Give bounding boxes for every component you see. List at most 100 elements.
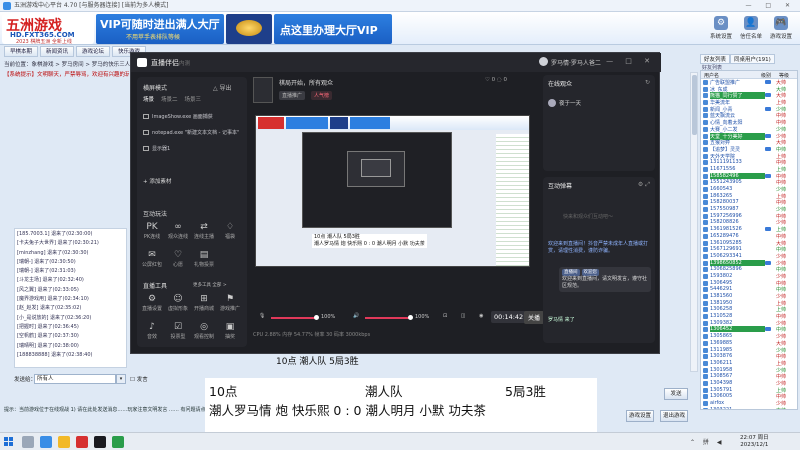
player-row[interactable]: 1303221 中帅 [701,407,797,409]
cover-thumbnail[interactable] [253,77,273,103]
player-row[interactable]: 1381560 少帅 [701,293,797,300]
tab-2[interactable]: 新闻资讯 [40,46,75,57]
mic-volume-slider[interactable] [271,315,319,320]
player-row[interactable]: 大赛_小二发 少帅 [701,126,797,133]
player-row[interactable]: 1381950 上帅 [701,300,797,307]
player-row[interactable]: 1306258 上帅 [701,306,797,313]
live-app-icon[interactable] [94,436,106,448]
speaker-icon[interactable]: 🔊 [353,313,359,319]
stream-title[interactable]: 棋局开始，所有观众 [279,78,333,87]
player-row[interactable]: 11671556 上帅 [701,166,797,173]
desktop-volume-slider[interactable] [365,315,413,320]
player-row[interactable]: 157550987 少帅 [701,206,797,213]
player-row[interactable]: 1361981526 上帅 [701,226,797,233]
browser-icon[interactable] [40,436,52,448]
avatar-tool[interactable]: ☺ 虚拟形象 [167,293,189,315]
player-row[interactable]: 广告联盟推广 大帅 [701,79,797,86]
player-row[interactable]: 1303876 中帅 [701,353,797,360]
player-row[interactable]: 158582496 中帅 [701,172,797,180]
source-item[interactable]: ImageShow.exe 画面捕获 [143,113,213,120]
sound-fx-tool[interactable]: ♪ 音效 [141,321,163,343]
game-settings-button[interactable]: 🎮 游戏设置 [766,16,796,44]
player-row[interactable]: 新闻_小青 少帅 [701,106,797,113]
player-row[interactable]: 1309382 少帅 [701,320,797,327]
player-row[interactable]: 心情_向着太阳 中帅 [701,119,797,126]
player-row[interactable]: 1306495 中帅 [701,280,797,287]
exit-game-button[interactable]: 退出游戏 [660,410,688,422]
player-row[interactable]: 1361095285 大帅 [701,240,797,247]
player-row[interactable]: 天外天学院 上帅 [701,153,797,160]
export-toggle[interactable]: △ 导出 [213,83,232,92]
source-item[interactable]: 显示器1 [143,145,170,152]
player-row[interactable]: 1310528 中帅 [701,313,797,320]
live-settings-tool[interactable]: ⚙ 直播设置 [141,293,163,315]
player-row[interactable]: 1369885 大帅 [701,340,797,347]
player-row[interactable]: 1311985 少帅 [701,347,797,354]
player-row[interactable]: 1660543 少帅 [701,186,797,193]
player-row[interactable]: 1306825896 中帅 [701,266,797,273]
player-row[interactable]: 五猴对弈 大帅 [701,139,797,146]
game-promo-tool[interactable]: ⚑ 游戏推广 [219,293,241,315]
player-row[interactable]: 1306005 中帅 [701,393,797,400]
player-row[interactable]: 1308567 中帅 [701,373,797,380]
stop-live-button[interactable]: 关播 [524,311,545,324]
player-row[interactable]: 5446291 中帅 [701,286,797,293]
crest-ad[interactable] [226,14,272,44]
player-row[interactable]: 蓝天飘流云 中帅 [701,112,797,119]
send-to-select[interactable]: 所有人 [34,374,116,384]
tab-3[interactable]: 游戏论坛 [76,46,111,57]
system-settings-button[interactable]: ⚙ 系统设置 [706,16,736,44]
player-row[interactable]: 冰_东成 大帅 [701,86,797,93]
shop-tool[interactable]: ⊞ 开播商城 [193,293,215,315]
promo-chip[interactable]: 直播推广 [279,91,306,100]
search-icon[interactable] [22,436,34,448]
player-row[interactable]: 1301958 少帅 [701,367,797,374]
live-user[interactable]: 罗马情·罗马人爸二 [539,57,601,67]
gift-vote-tool[interactable]: ▤ 礼物投票 [193,249,215,271]
player-row[interactable]: 1551243905 中帅 [701,179,797,186]
send-button[interactable]: 发送 [664,388,688,400]
mic-icon[interactable]: 🎙 [259,313,265,319]
audience-item[interactable]: 夜于一天 [548,99,581,107]
player-row[interactable]: 1305791 上帅 [701,387,797,394]
refresh-icon[interactable]: ↻ [645,79,650,86]
player-row[interactable]: 天堂_十分美好 少帅 [701,132,797,140]
vip-apply-banner[interactable]: 点这里办理大厅VIP [274,14,392,44]
more-tools-link[interactable]: 更多工具 全部 > [193,282,227,288]
add-source-button[interactable]: + 添加素材 [143,177,241,187]
player-row[interactable]: 1506293341 少帅 [701,253,797,260]
system-tray[interactable]: ⌃ 拼 ◀ [690,437,724,446]
player-row[interactable]: 华美流年 上帅 [701,99,797,106]
trust-list-button[interactable]: 👤 信任名单 [736,16,766,44]
player-row[interactable]: 165289476 中帅 [701,233,797,240]
player-row[interactable]: 1304398 少帅 [701,380,797,387]
live-window-controls[interactable]: — □ ✕ [606,57,655,65]
danmu-settings-icon[interactable]: ⚙ ⤢ [638,181,650,189]
game-app-icon[interactable] [76,436,88,448]
chevron-down-icon[interactable]: ▾ [116,374,126,384]
player-row[interactable]: 1597256996 中帅 [701,213,797,220]
tab-scene-2[interactable]: 场景二 [161,97,178,103]
tab-1[interactable]: 早棋本期 [4,46,39,57]
view-control-tool[interactable]: ◎ 观看控制 [193,321,215,343]
clock[interactable]: 22:07 周日 2023/12/1 [740,435,769,449]
host-link-tool[interactable]: ⇄ 连线主播 [193,221,215,243]
player-list-scrollbar[interactable] [690,72,698,372]
window-controls[interactable]: — □ ✕ [745,0,796,12]
player-row[interactable]: 1311191133 中帅 [701,159,797,166]
lottery-tool[interactable]: ▣ 抽奖 [219,321,241,343]
game-settings-bottom-button[interactable]: 游戏设置 [626,410,654,422]
player-row[interactable]: 1593802 少帅 [701,273,797,280]
pk-tool[interactable]: PK PK连线 [141,221,163,243]
player-row[interactable]: 【追梦】灵灵 中帅 [701,146,797,153]
tab-table-users[interactable]: 同桌用户(191) [730,54,775,64]
audience-link-tool[interactable]: ∞ 观众连线 [167,221,189,243]
tab-friends[interactable]: 好友列表 [700,54,731,64]
player-row[interactable]: 1306452 中帅 [701,326,797,333]
folder-icon[interactable] [58,436,70,448]
chat-app-icon[interactable] [112,436,124,448]
source-item[interactable]: notepad.exe "新建文本文档 - 记事本" [143,129,239,136]
player-row[interactable]: 1567129691 中帅 [701,246,797,253]
wish-tool[interactable]: ♡ 心愿 [167,249,189,271]
scrollbar-thumb[interactable] [692,75,697,135]
